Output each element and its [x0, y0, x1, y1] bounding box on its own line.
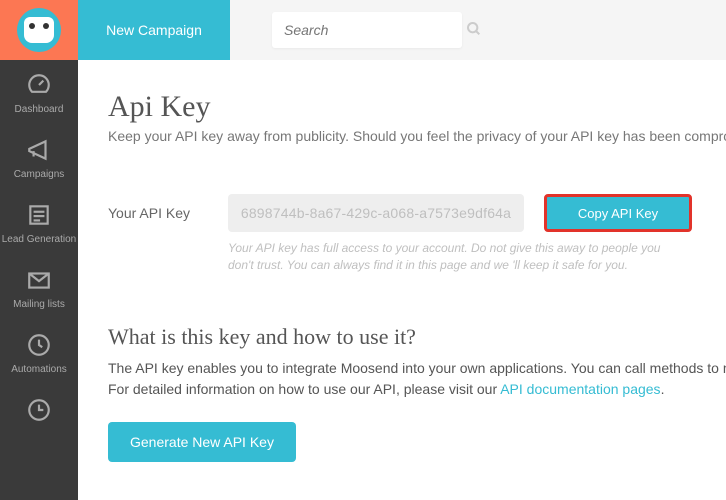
sidebar-item-label: Mailing lists	[0, 299, 78, 310]
generate-button-label: Generate New API Key	[130, 434, 274, 450]
main-content: Api Key Keep your API key away from publ…	[78, 60, 726, 462]
api-key-value[interactable]: 6898744b-8a67-429c-a068-a7573e9df64a	[228, 194, 524, 232]
section-title: What is this key and how to use it?	[108, 324, 696, 350]
page-title: Api Key	[108, 90, 696, 124]
copy-button-label: Copy API Key	[578, 206, 658, 221]
sidebar: Dashboard Campaigns Lead Generation Mail…	[0, 0, 78, 500]
sidebar-item-campaigns[interactable]: Campaigns	[0, 125, 78, 190]
new-campaign-button[interactable]: New Campaign	[78, 0, 230, 60]
form-icon	[26, 202, 52, 228]
sidebar-item-dashboard[interactable]: Dashboard	[0, 60, 78, 125]
sidebar-item-label: Automations	[0, 364, 78, 375]
logo[interactable]	[0, 0, 78, 60]
api-key-row: Your API Key 6898744b-8a67-429c-a068-a75…	[108, 194, 696, 232]
gauge-icon	[26, 72, 52, 98]
new-campaign-label: New Campaign	[106, 22, 202, 38]
sidebar-item-more[interactable]	[0, 385, 78, 423]
clock-icon	[26, 397, 52, 423]
api-key-label: Your API Key	[108, 205, 208, 221]
sidebar-item-label: Campaigns	[0, 169, 78, 180]
api-key-note: Your API key has full access to your acc…	[228, 240, 688, 274]
page-subtitle: Keep your API key away from publicity. S…	[108, 128, 696, 144]
topbar: New Campaign	[78, 0, 726, 60]
megaphone-icon	[26, 137, 52, 163]
sidebar-item-lead-generation[interactable]: Lead Generation	[0, 190, 78, 255]
copy-api-key-button[interactable]: Copy API Key	[544, 194, 692, 232]
desc-line2: For detailed information on how to use o…	[108, 381, 500, 397]
section-description: The API key enables you to integrate Moo…	[108, 358, 696, 400]
search-icon	[466, 21, 482, 40]
search-input[interactable]	[284, 22, 466, 38]
search-box[interactable]	[272, 12, 462, 48]
desc-line1: The API key enables you to integrate Moo…	[108, 360, 726, 376]
sidebar-item-label: Dashboard	[0, 104, 78, 115]
sidebar-item-automations[interactable]: Automations	[0, 320, 78, 385]
sidebar-item-label: Lead Generation	[0, 234, 78, 245]
generate-new-api-key-button[interactable]: Generate New API Key	[108, 422, 296, 462]
api-documentation-link[interactable]: API documentation pages	[500, 381, 660, 397]
envelope-icon	[26, 267, 52, 293]
sidebar-item-mailing-lists[interactable]: Mailing lists	[0, 255, 78, 320]
clock-arrow-icon	[26, 332, 52, 358]
